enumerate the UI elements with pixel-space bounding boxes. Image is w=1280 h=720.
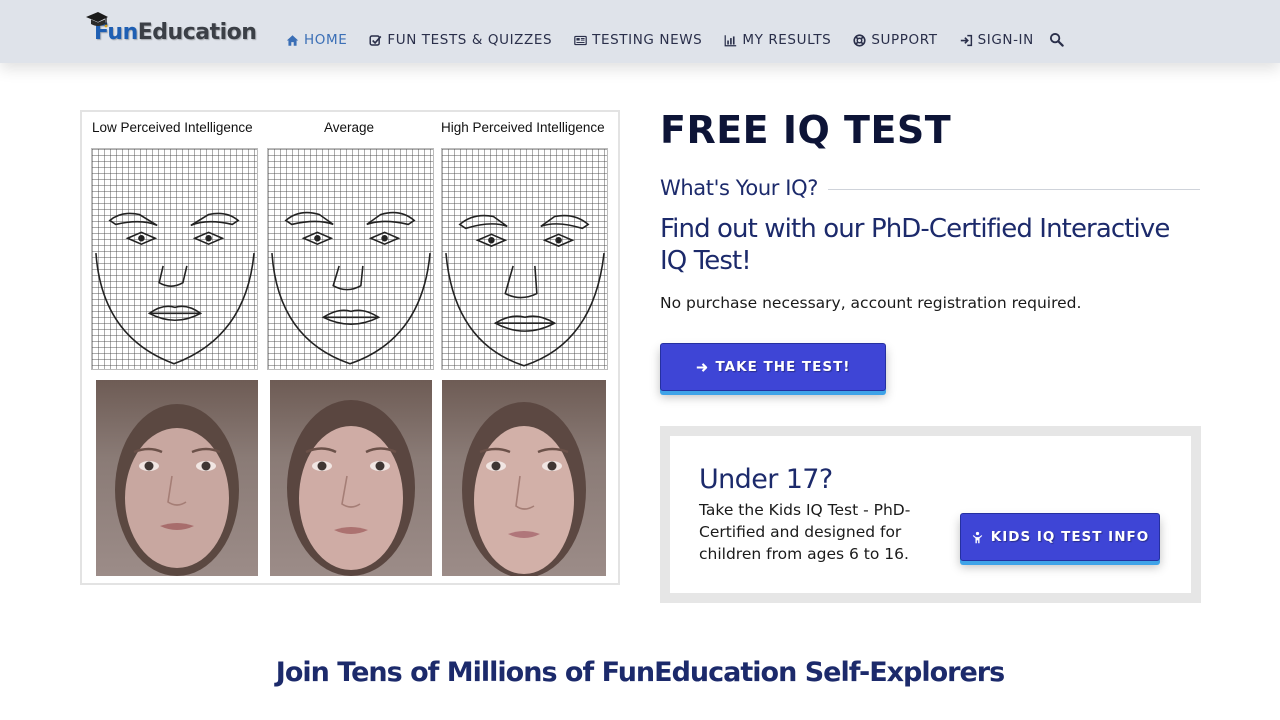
photo-face-high-drawing: [462, 402, 586, 576]
perceived-intelligence-figure: Low Perceived Intelligence Average High …: [80, 110, 620, 585]
take-the-test-label: TAKE THE TEST!: [715, 359, 851, 375]
nav-testing-news[interactable]: TESTING NEWS: [574, 32, 702, 48]
nav-home[interactable]: HOME: [286, 32, 347, 48]
search-icon[interactable]: [1049, 32, 1064, 47]
grid-face-low-drawing: [95, 212, 255, 365]
kids-test-panel-inner: Under 17? Take the Kids IQ Test - PhD-Ce…: [670, 436, 1191, 593]
nav-sign-in-label: SIGN-IN: [977, 32, 1034, 48]
nav-my-results-label: MY RESULTS: [742, 32, 832, 48]
logo-education: Education: [137, 20, 257, 45]
main-nav: HOME FUN TESTS & QUIZZES TESTING NEWS MY…: [286, 28, 1056, 52]
figure-label-average: Average: [324, 120, 375, 135]
figure-label-low: Low Perceived Intelligence: [92, 120, 253, 135]
kids-iq-test-info-button[interactable]: KIDS IQ TEST INFO: [960, 513, 1160, 561]
page-title: FREE IQ TEST: [660, 108, 952, 152]
join-heading: Join Tens of Millions of FunEducation Se…: [275, 657, 1005, 688]
check-square-icon: [369, 34, 382, 46]
kids-description: Take the Kids IQ Test - PhD-Certified an…: [699, 501, 911, 563]
sign-in-icon: [960, 34, 972, 46]
nav-support-label: SUPPORT: [871, 32, 938, 48]
nav-home-label: HOME: [304, 32, 348, 48]
nav-testing-news-label: TESTING NEWS: [592, 32, 703, 48]
child-icon: [972, 531, 983, 543]
kids-iq-test-info-label: KIDS IQ TEST INFO: [990, 529, 1150, 545]
grid-face-average-drawing: [271, 211, 431, 365]
nav-support[interactable]: SUPPORT: [853, 32, 937, 48]
grid-face-high-drawing: [445, 214, 605, 367]
take-the-test-button[interactable]: TAKE THE TEST!: [660, 343, 886, 391]
page-subtitle: What's Your IQ?: [660, 176, 818, 200]
subtitle-divider: [827, 188, 1200, 190]
newspaper-icon: [574, 35, 587, 45]
photo-face-high: [442, 380, 606, 576]
nav-my-results[interactable]: MY RESULTS: [724, 32, 831, 48]
logo-text: FunEducation: [85, 20, 257, 46]
subtitle-row: What's Your IQ?: [660, 174, 1200, 202]
graduation-cap-icon: [86, 12, 108, 28]
home-icon: [286, 34, 299, 46]
photo-face-low: [96, 380, 258, 576]
photo-face-low-drawing: [115, 404, 239, 576]
grid-face-low: [91, 148, 258, 370]
arrow-right-icon: [696, 362, 707, 372]
photo-face-average-drawing: [287, 400, 415, 576]
hero-tagline: Find out with our PhD-Certified Interact…: [660, 214, 1170, 276]
nav-sign-in[interactable]: SIGN-IN: [960, 32, 1034, 48]
site-logo[interactable]: FunEducation: [85, 10, 257, 46]
nav-fun-tests[interactable]: FUN TESTS & QUIZZES: [369, 32, 552, 48]
kids-test-panel: Under 17? Take the Kids IQ Test - PhD-Ce…: [660, 426, 1201, 603]
bar-chart-icon: [724, 34, 737, 46]
figure-label-high: High Perceived Intelligence: [441, 120, 605, 135]
life-ring-icon: [853, 33, 866, 47]
grid-face-high: [441, 148, 608, 370]
hero-note: No purchase necessary, account registrat…: [660, 294, 1082, 312]
photo-face-average: [270, 380, 432, 576]
site-header: FunEducation HOME FUN TESTS & QUIZZES TE…: [0, 0, 1280, 63]
grid-face-average: [267, 148, 434, 370]
nav-fun-tests-label: FUN TESTS & QUIZZES: [387, 32, 553, 48]
kids-title: Under 17?: [699, 464, 833, 495]
